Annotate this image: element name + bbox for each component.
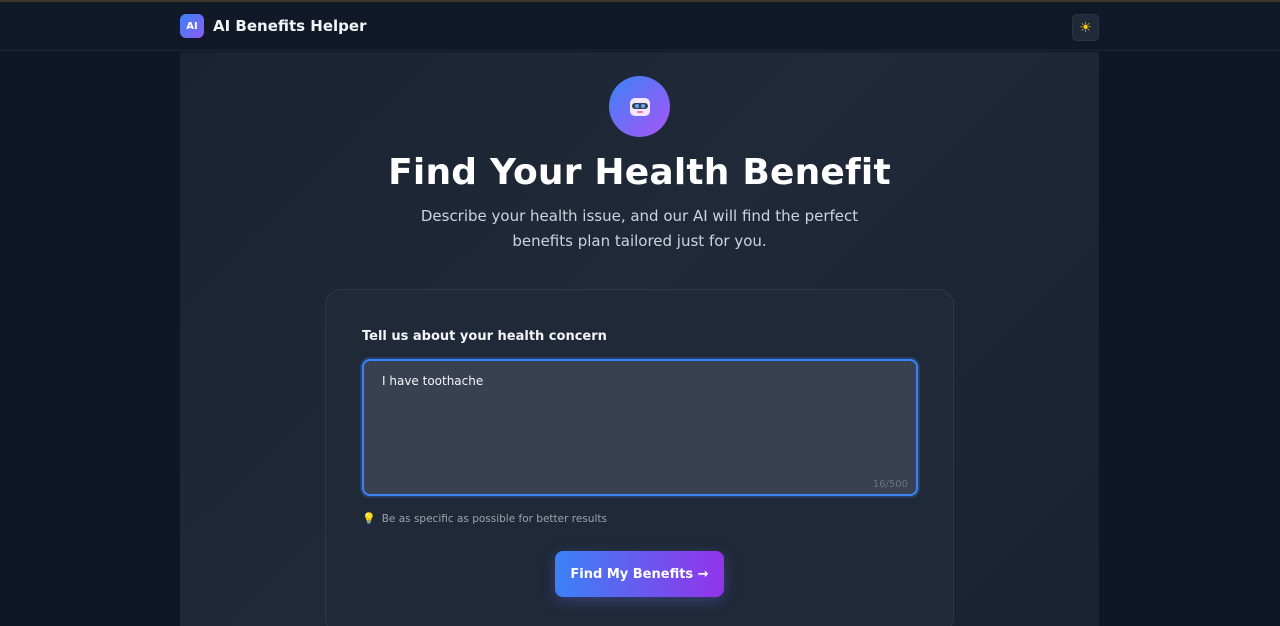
main-panel: Find Your Health Benefit Describe your h… (180, 52, 1099, 626)
sun-icon: ☀ (1079, 19, 1092, 36)
health-concern-textarea[interactable] (364, 361, 916, 494)
character-counter: 16/500 (872, 479, 908, 490)
find-benefits-button[interactable]: Find My Benefits → (555, 551, 724, 597)
page-subtitle: Describe your health issue, and our AI w… (420, 207, 859, 250)
health-concern-label: Tell us about your health concern (362, 329, 607, 344)
health-concern-card: Tell us about your health concern 16/500… (325, 289, 954, 626)
hero-avatar (609, 76, 670, 137)
app-logo: AI (180, 14, 204, 38)
hint: 💡 Be as specific as possible for better … (362, 512, 607, 525)
page-title: Find Your Health Benefit (388, 152, 891, 193)
theme-toggle-button[interactable]: ☀ (1072, 14, 1099, 41)
hint-text: Be as specific as possible for better re… (381, 512, 607, 525)
brand[interactable]: AI AI Benefits Helper (180, 14, 367, 38)
health-concern-input-wrapper: 16/500 (362, 359, 918, 496)
top-navbar: AI AI Benefits Helper ☀ (0, 2, 1280, 51)
app-name: AI Benefits Helper (213, 17, 367, 35)
robot-icon (628, 96, 652, 118)
lightbulb-icon: 💡 (362, 512, 376, 525)
